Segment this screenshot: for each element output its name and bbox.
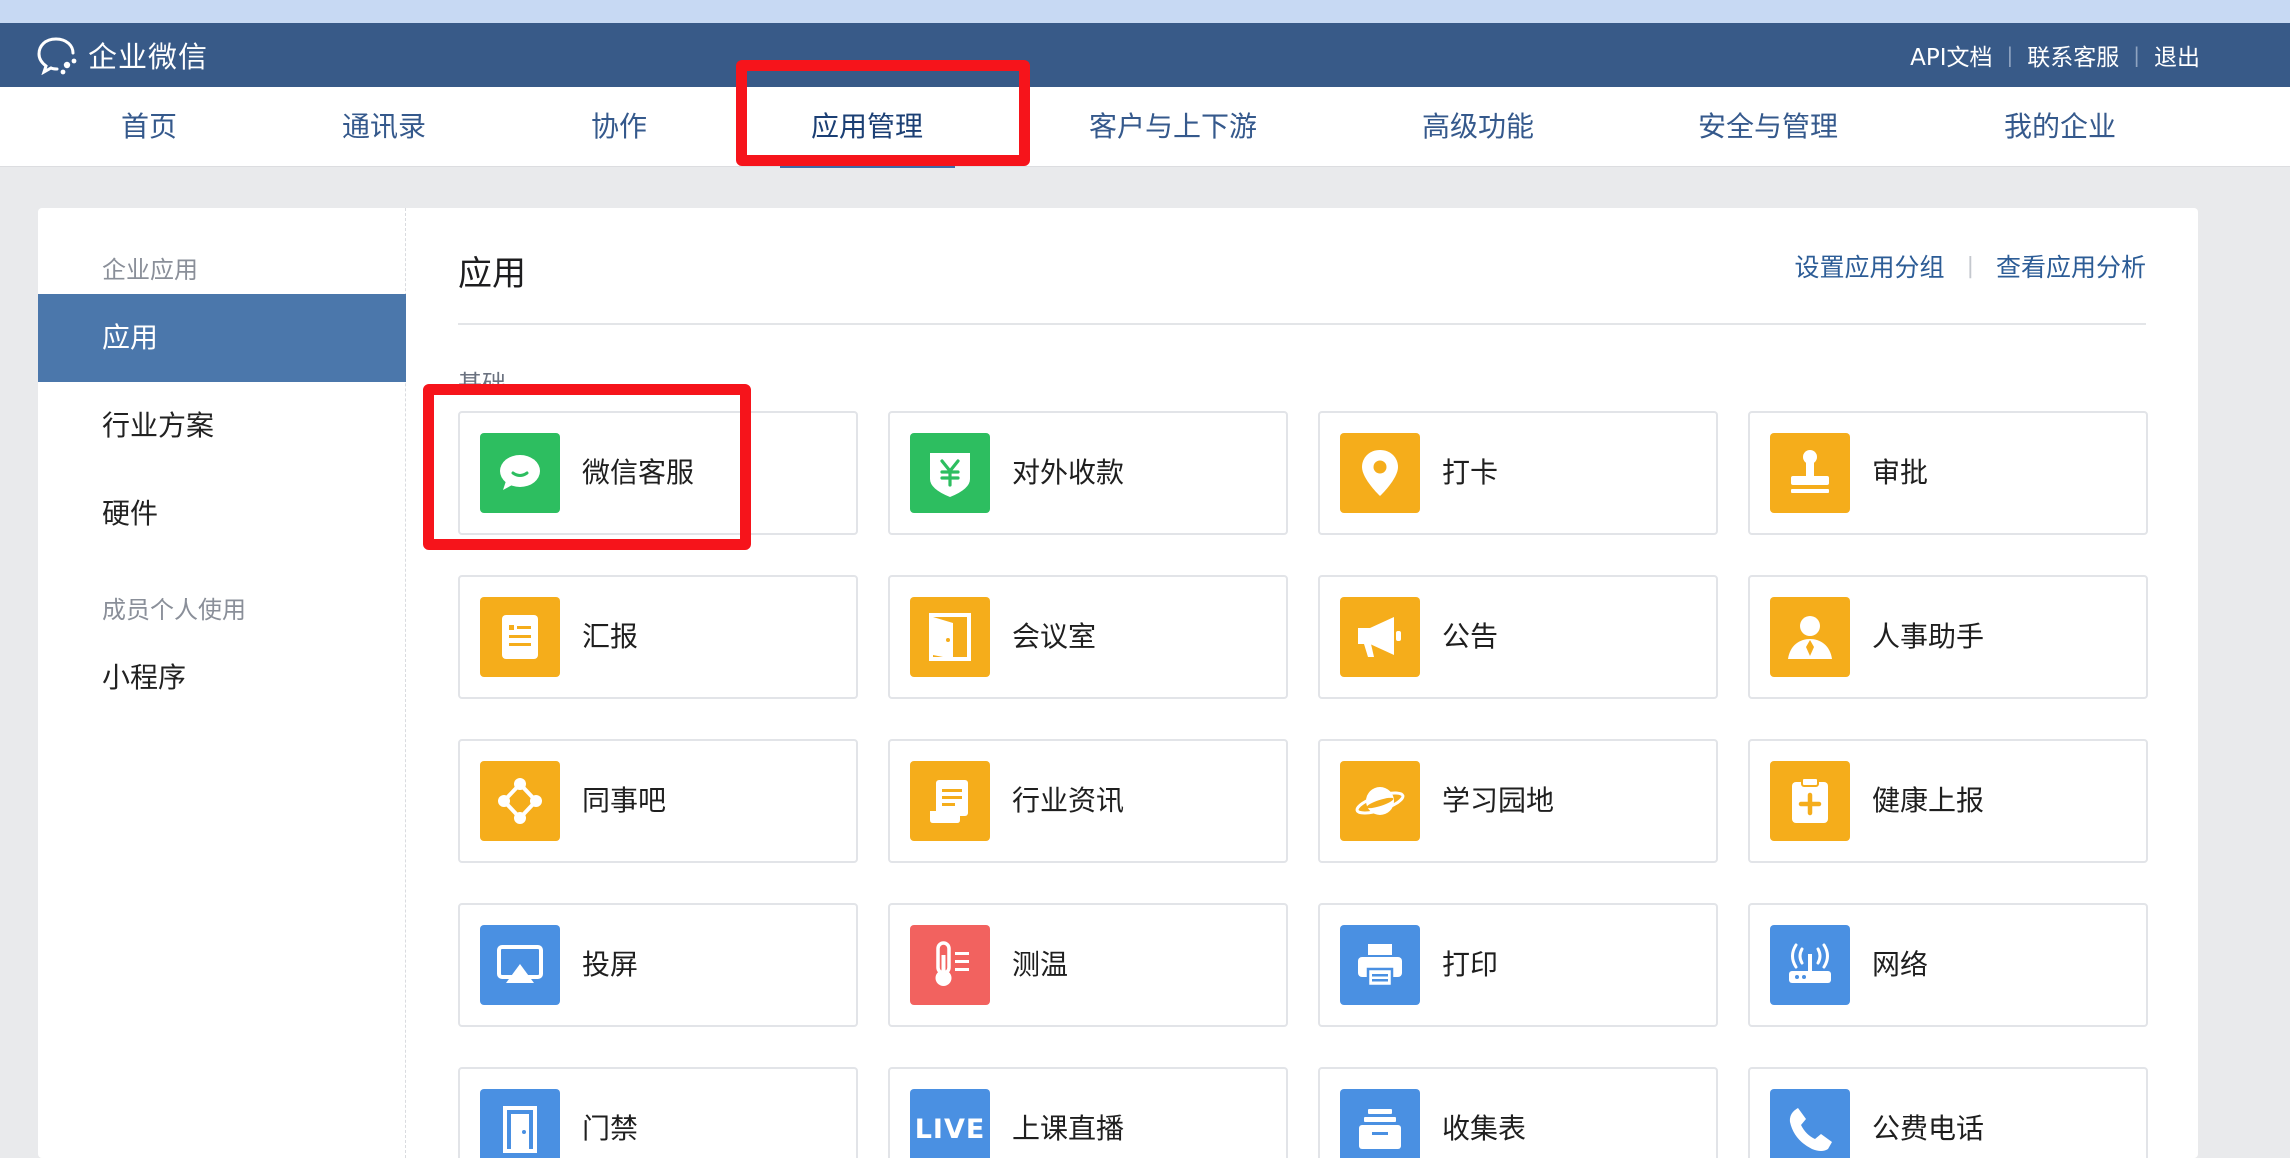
sidebar-item-apps[interactable]: 应用: [38, 294, 406, 382]
network-icon: [480, 761, 560, 841]
nav-advanced[interactable]: 高级功能: [1422, 87, 1534, 167]
main-nav: 首页 通讯录 协作 应用管理 客户与上下游 高级功能 安全与管理 我的企业: [0, 87, 2290, 168]
printer-icon: [1340, 925, 1420, 1005]
router-icon: [1770, 925, 1850, 1005]
nav-customers[interactable]: 客户与上下游: [1089, 87, 1257, 167]
app-name: 会议室: [1012, 620, 1097, 653]
app-name: 健康上报: [1872, 784, 1985, 817]
app-name: 审批: [1872, 456, 1929, 489]
live-icon: LIVE: [910, 1089, 990, 1158]
app-name: 门禁: [582, 1112, 639, 1145]
app-tile-report[interactable]: 汇报: [458, 575, 858, 699]
app-name: 行业资讯: [1012, 784, 1125, 817]
sidebar-item-mini-programs[interactable]: 小程序: [38, 634, 406, 722]
app-name: 投屏: [582, 948, 639, 981]
screen-cast-icon: [480, 925, 560, 1005]
door-access-icon: [480, 1089, 560, 1158]
app-name: 收集表: [1442, 1112, 1527, 1145]
collection-box-icon: [1340, 1089, 1420, 1158]
app-tile-health-report[interactable]: 健康上报: [1748, 739, 2148, 863]
app-name: 打印: [1442, 948, 1499, 981]
app-tile-print[interactable]: 打印: [1318, 903, 1718, 1027]
app-tile-announcement[interactable]: 公告: [1318, 575, 1718, 699]
sidebar-group-enterprise: 企业应用: [102, 256, 198, 284]
location-pin-icon: [1340, 433, 1420, 513]
person-icon: [1770, 597, 1850, 677]
wecom-logo-icon: [37, 37, 77, 75]
app-tile-meeting-room[interactable]: 会议室: [888, 575, 1288, 699]
view-app-analysis-link[interactable]: 查看应用分析: [1996, 248, 2146, 284]
top-links: API文档 | 联系客服 | 退出: [1910, 23, 2200, 87]
highlight-box-nav: [736, 60, 1030, 166]
stamp-icon: [1770, 433, 1850, 513]
content-links: 设置应用分组 | 查看应用分析: [1795, 248, 2146, 284]
contact-support-link[interactable]: 联系客服: [2027, 38, 2119, 72]
sidebar: 企业应用 应用 行业方案 硬件 成员个人使用 小程序: [38, 208, 406, 1158]
health-clipboard-icon: [1770, 761, 1850, 841]
brand[interactable]: 企业微信: [36, 35, 208, 75]
sidebar-item-hardware[interactable]: 硬件: [38, 470, 406, 558]
app-tile-approval[interactable]: 审批: [1748, 411, 2148, 535]
app-tile-check-in[interactable]: 打卡: [1318, 411, 1718, 535]
logout-link[interactable]: 退出: [2154, 38, 2200, 72]
top-bar: 企业微信 API文档 | 联系客服 | 退出: [0, 23, 2290, 87]
app-tile-learning[interactable]: 学习园地: [1318, 739, 1718, 863]
app-name: 公告: [1442, 620, 1499, 653]
app-tile-industry-news[interactable]: 行业资讯: [888, 739, 1288, 863]
app-tile-public-phone[interactable]: 公费电话: [1748, 1067, 2148, 1158]
content-link-separator: |: [1966, 253, 1974, 279]
nav-home[interactable]: 首页: [121, 87, 177, 167]
app-tile-hr-assistant[interactable]: 人事助手: [1748, 575, 2148, 699]
scroll-icon: [910, 761, 990, 841]
live-icon-text: LIVE: [914, 1113, 986, 1145]
app-tile-colleague-forum[interactable]: 同事吧: [458, 739, 858, 863]
sidebar-group-personal: 成员个人使用: [102, 596, 246, 624]
sidebar-item-industry-solutions[interactable]: 行业方案: [38, 382, 406, 470]
app-tile-live-class[interactable]: LIVE 上课直播: [888, 1067, 1288, 1158]
planet-icon: [1340, 761, 1420, 841]
app-name: 测温: [1012, 948, 1069, 981]
app-name: 上课直播: [1012, 1112, 1125, 1145]
app-name: 人事助手: [1872, 620, 1985, 653]
app-tile-network[interactable]: 网络: [1748, 903, 2148, 1027]
app-name: 对外收款: [1012, 456, 1125, 489]
main-card: 企业应用 应用 行业方案 硬件 成员个人使用 小程序 应用 设置应用分组 | 查…: [38, 208, 2198, 1158]
app-name: 汇报: [582, 620, 639, 653]
app-name: 打卡: [1442, 456, 1499, 489]
top-link-separator: |: [2006, 43, 2014, 67]
app-name: 学习园地: [1442, 784, 1555, 817]
set-app-group-link[interactable]: 设置应用分组: [1795, 248, 1945, 284]
content-divider: [458, 323, 2146, 325]
app-tile-external-payment[interactable]: 对外收款: [888, 411, 1288, 535]
phone-icon: [1770, 1089, 1850, 1158]
megaphone-icon: [1340, 597, 1420, 677]
app-name: 网络: [1872, 948, 1929, 981]
app-tile-screen-cast[interactable]: 投屏: [458, 903, 858, 1027]
thermometer-icon: [910, 925, 990, 1005]
nav-contacts[interactable]: 通讯录: [342, 87, 426, 167]
app-tile-access-control[interactable]: 门禁: [458, 1067, 858, 1158]
top-link-separator: |: [2133, 43, 2140, 67]
app-tile-temperature[interactable]: 测温: [888, 903, 1288, 1027]
browser-chrome-strip: [0, 0, 2290, 23]
content-area: 应用 设置应用分组 | 查看应用分析 基础 微信客服 对外收款 打卡 审批 汇报…: [458, 208, 2148, 1158]
api-docs-link[interactable]: API文档: [1910, 38, 1992, 72]
app-tile-collection-form[interactable]: 收集表: [1318, 1067, 1718, 1158]
door-icon: [910, 597, 990, 677]
nav-my-enterprise[interactable]: 我的企业: [2004, 87, 2116, 167]
nav-security[interactable]: 安全与管理: [1698, 87, 1838, 167]
nav-collaboration[interactable]: 协作: [591, 87, 647, 167]
brand-name: 企业微信: [88, 40, 209, 74]
page-title: 应用: [458, 254, 526, 294]
yuan-shield-icon: [910, 433, 990, 513]
app-name: 公费电话: [1872, 1112, 1985, 1145]
app-name: 同事吧: [582, 784, 667, 817]
highlight-box-app: [423, 384, 751, 550]
report-icon: [480, 597, 560, 677]
